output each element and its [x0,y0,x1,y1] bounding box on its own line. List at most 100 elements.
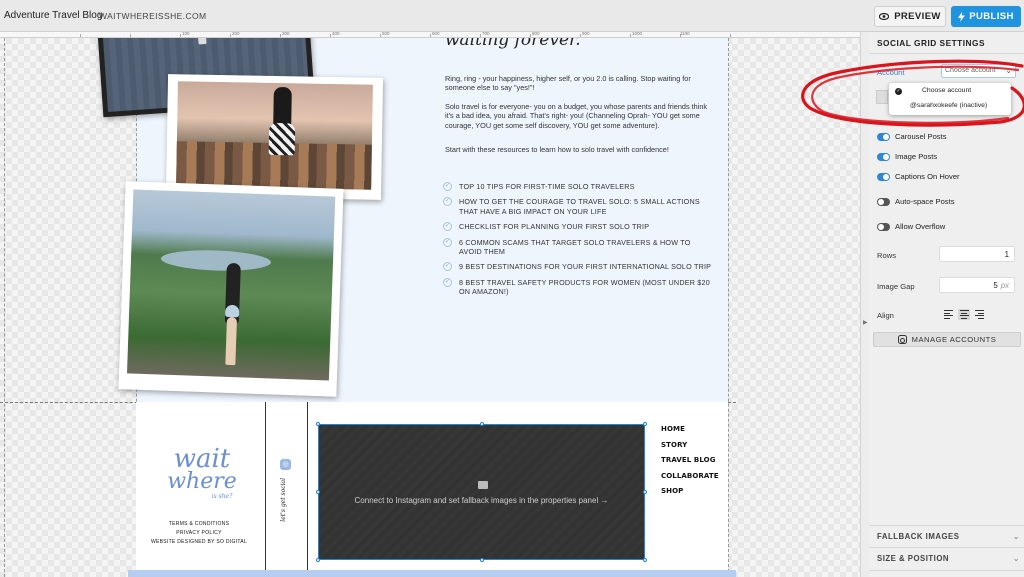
ruler-tick: 1000 [632,32,643,36]
nav-collaborate[interactable]: COLLABORATE [661,469,719,485]
size-position-section[interactable]: SIZE & POSITION ⌄ [877,554,1024,563]
list-item[interactable]: ✓ Checklist for Planning Your First Solo … [443,222,713,232]
ruler-tick: 100 [182,32,190,36]
lightning-icon [958,11,966,22]
publish-button[interactable]: PUBLISH [951,6,1021,27]
align-center-icon[interactable] [958,309,970,320]
resource-link[interactable]: 6 Common Scams That Target Solo Traveler… [459,238,691,256]
rows-input[interactable]: 1 [939,246,1015,262]
rooftop-photo[interactable] [165,74,384,200]
ruler-tick: 500 [382,32,390,36]
toggle-switch[interactable] [877,172,890,181]
site-name: Adventure Travel Blog [4,10,103,21]
rows-value: 1 [1004,250,1009,259]
credit-link[interactable]: Website designed by SO Digital [150,538,248,547]
preview-button[interactable]: PREVIEW [874,6,946,27]
divider [869,525,1024,526]
resource-link[interactable]: Checklist for Planning Your First Solo T… [459,222,649,231]
resource-link[interactable]: How to Get the Courage to Travel Solo: 5… [459,197,700,215]
toggle-auto-space[interactable]: Auto-space Posts [877,197,955,206]
toggle-image-posts[interactable]: Image Posts [877,152,937,161]
nav-story[interactable]: STORY [661,438,719,454]
resize-handle[interactable] [643,558,647,562]
chevron-down-icon: ⌄ [1005,66,1012,75]
toggle-captions-hover[interactable]: Captions On Hover [877,172,960,181]
eye-icon [879,13,890,20]
check-circle-icon: ✓ [443,237,452,247]
mountain-lake-photo[interactable] [118,181,344,397]
manage-accounts-button[interactable]: MANAGE ACCOUNTS [873,332,1021,347]
resource-link[interactable]: Top 10 Tips for First-Time Solo Traveler… [459,182,635,191]
resize-handle[interactable] [480,558,484,562]
align-right-icon[interactable] [973,309,985,320]
check-circle-icon: ✓ [443,262,452,272]
check-icon: ✓ [895,88,902,95]
align-label: Align [877,311,894,320]
resize-handle[interactable] [316,422,320,426]
toggle-switch[interactable] [877,197,890,206]
fallback-images-section[interactable]: FALLBACK IMAGES ⌄ [877,532,1024,541]
check-circle-icon: ✓ [443,277,452,287]
ruler-tick: 600 [432,32,440,36]
option-label: @sarahxokeefe (inactive) [910,102,988,109]
size-position-label: SIZE & POSITION [877,554,950,563]
check-circle-icon: ✓ [443,222,452,232]
ruler-tick: 800 [532,32,540,36]
preview-label: PREVIEW [894,11,941,22]
image-gap-value: 5 [993,281,998,290]
privacy-link[interactable]: Privacy Policy [150,529,248,538]
site-logo[interactable]: wait where is she? [163,444,241,500]
list-item[interactable]: ✓ 6 Common Scams That Target Solo Travele… [443,237,713,257]
lets-get-social-text: let's get social [280,478,287,522]
nav-travel-blog[interactable]: TRAVEL BLOG [661,453,719,469]
nav-shop[interactable]: SHOP [661,484,719,500]
chevron-right-icon: ▶ [863,320,868,326]
guide-line [4,38,5,577]
list-item[interactable]: ✓ 9 Best Destinations for Your First Inte… [443,262,713,272]
list-item[interactable]: ✓ 8 Best Travel Safety Products for Women… [443,277,713,297]
ruler-tick: 700 [482,32,490,36]
list-item[interactable]: ✓ How to Get the Courage to Travel Solo: … [443,197,713,216]
panel-title: SOCIAL GRID SETTINGS [877,38,986,48]
toggle-carousel-posts[interactable]: Carousel Posts [877,132,947,141]
resize-handle[interactable] [643,422,647,426]
chevron-down-icon: ⌄ [1012,532,1020,541]
divider [869,53,1024,54]
logo-wait: wait [173,444,231,474]
account-label: Account [877,68,905,77]
footer-divider [265,402,266,572]
image-gap-unit: px [1000,281,1009,290]
toggle-allow-overflow[interactable]: Allow Overflow [877,222,945,231]
image-gap-input[interactable]: 5 px [939,277,1015,293]
resize-handle[interactable] [316,558,320,562]
guide-line [728,38,729,577]
logo-where: where [167,469,237,494]
intro-paragraph: Ring, ring - your happiness, higher self… [445,74,691,93]
terms-link[interactable]: Terms & Conditions [150,520,248,529]
check-circle-icon: ✓ [443,182,452,191]
rows-label: Rows [877,251,896,260]
fallback-images-label: FALLBACK IMAGES [877,532,960,541]
resize-handle[interactable] [643,490,647,494]
resize-handle[interactable] [480,422,484,426]
ruler-tick: 400 [332,32,340,36]
resource-link[interactable]: 8 Best Travel Safety Products for Women … [459,278,710,296]
instagram-icon[interactable]: ◎ [280,459,291,470]
toggle-switch[interactable] [877,132,890,141]
ruler-tick: 900 [582,32,590,36]
account-select[interactable]: Choose account ⌄ [941,64,1016,78]
align-left-icon[interactable] [943,309,955,320]
toggle-label: Allow Overflow [895,222,946,231]
toggle-switch[interactable] [877,152,890,161]
toggle-switch[interactable] [877,222,890,231]
list-item[interactable]: ✓ Top 10 Tips for First-Time Solo Travele… [443,182,713,191]
panel-collapse-handle[interactable]: ▶ [860,32,869,577]
resource-link[interactable]: 9 Best Destinations for Your First Inter… [459,262,711,271]
divider [869,570,1024,571]
section-heading: waiting forever. [445,38,581,50]
instagram-feed-placeholder[interactable] [318,424,645,560]
site-url[interactable]: WAITWHEREISSHE.COM [99,11,206,21]
resize-handle[interactable] [316,490,320,494]
nav-home[interactable]: HOME [661,422,719,438]
hidden-button[interactable] [876,90,888,104]
